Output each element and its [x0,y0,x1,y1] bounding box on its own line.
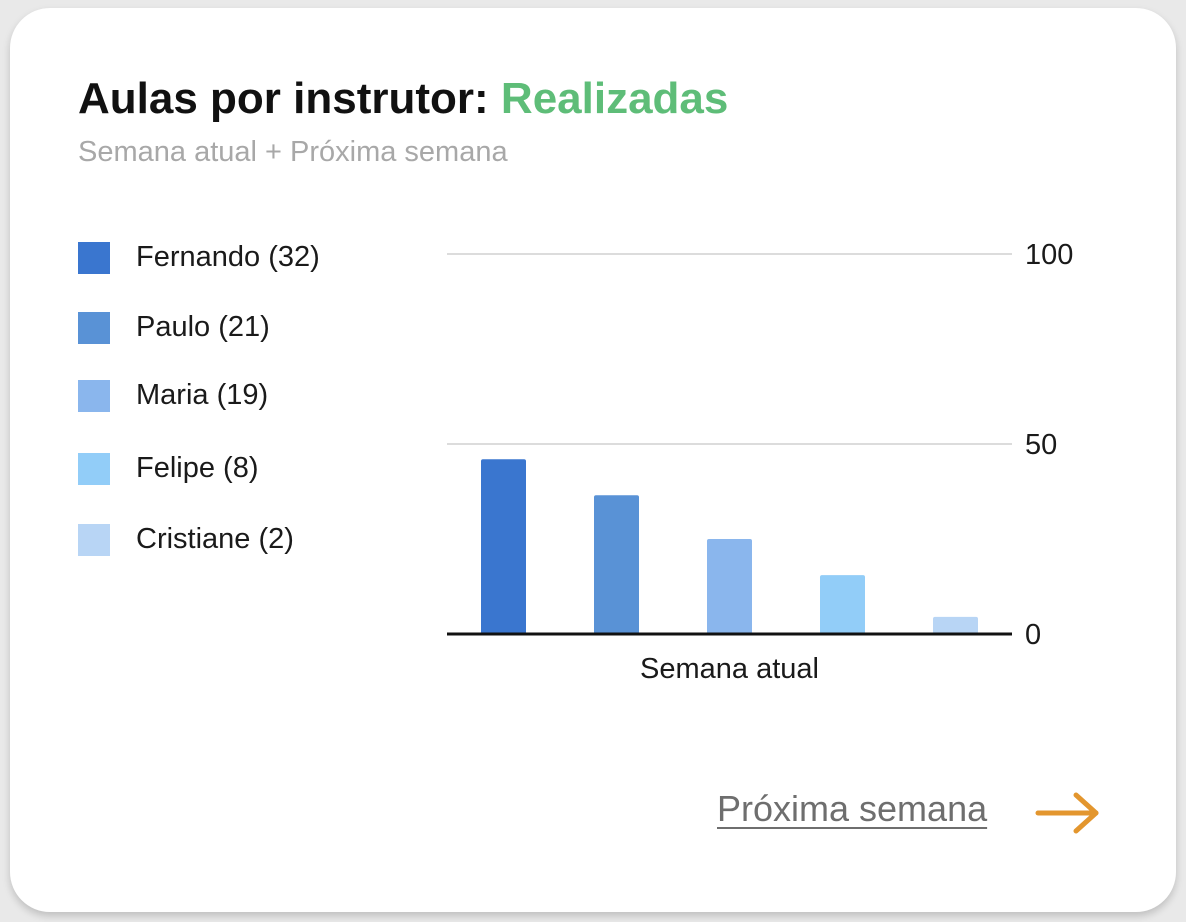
next-week-link[interactable]: Próxima semana [717,788,987,830]
y-tick-label: 50 [1025,429,1057,461]
y-tick-label: 100 [1025,239,1073,271]
bar-paulo [594,495,639,634]
bar-fernando [481,459,526,634]
x-category-label: Semana atual [640,653,819,685]
bar-felipe [820,575,865,634]
bar-chart: 0 50 100 Semana atual [447,239,1073,685]
bar-maria [707,539,752,634]
y-tick-label: 0 [1025,619,1041,651]
instructor-classes-card: Aulas por instrutor: Realizadas Semana a… [10,8,1176,912]
bar-cristiane [933,616,978,634]
arrow-right-icon[interactable] [1034,790,1104,836]
